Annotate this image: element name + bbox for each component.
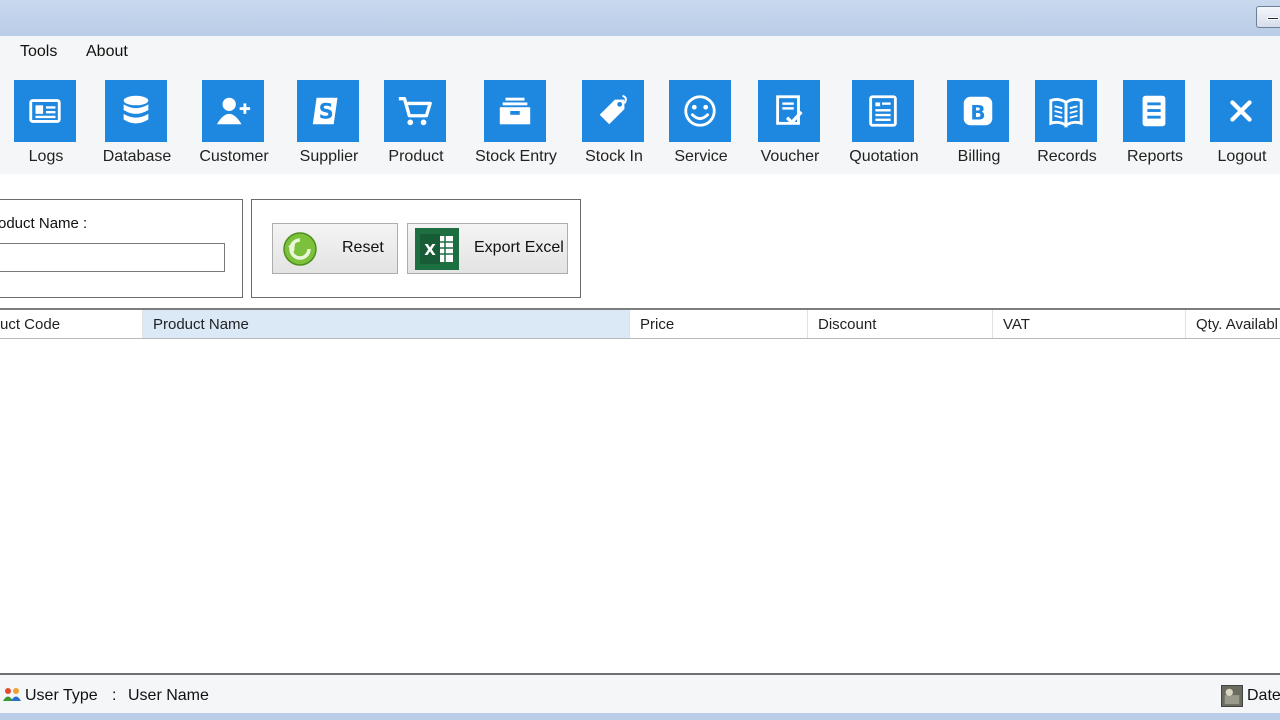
archive-box-icon [484,80,546,142]
toolbar-label: Records [1037,148,1097,165]
toolbar-label: Service [674,148,728,165]
column-vat[interactable]: VAT [993,310,1186,338]
menu-about[interactable]: About [86,43,128,61]
column-discount[interactable]: Discount [808,310,993,338]
add-user-icon [202,80,264,142]
reset-button[interactable]: Reset [272,223,398,274]
status-bar: User Type : User Name Date [0,675,1280,713]
close-x-icon [1210,80,1272,142]
toolbar-label: Billing [957,148,1001,165]
column-price[interactable]: Price [630,310,808,338]
toolbar-database-button[interactable]: Database [102,68,172,172]
toolbar-voucher-button[interactable]: Voucher [758,68,822,172]
column-qty-available[interactable]: Qty. Availabl [1186,310,1280,338]
svg-text:B: B [970,101,985,125]
toolbar-stock-in-button[interactable]: Stock In [582,68,646,172]
toolbar-product-button[interactable]: Product [384,68,448,172]
calendar-photo-icon [1221,685,1243,707]
open-book-icon [1035,80,1097,142]
filter-groupbox: roduct Name : [0,199,243,298]
svg-text:X: X [424,241,436,259]
toolbar-records-button[interactable]: Records [1035,68,1099,172]
user-name-label: User Name [128,687,209,704]
toolbar-quotation-button[interactable]: Quotation [849,68,919,172]
toolbar-label: Stock In [585,148,643,165]
voucher-check-icon [758,80,820,142]
status-separator: : [112,687,117,704]
smiley-icon [669,80,731,142]
menu-bar: Tools About [0,36,1280,68]
toolbar-label: Reports [1126,148,1184,165]
toolbar-billing-button[interactable]: B Billing [947,68,1011,172]
product-name-label: roduct Name : [0,215,88,232]
user-type-label: User Type [25,687,98,704]
main-toolbar: Logs Database Customer S Supplier Produc… [0,68,1280,174]
grid-header: uct Code Product Name Price Discount VAT… [0,310,1280,339]
date-label: Date [1247,687,1280,704]
menu-tools[interactable]: Tools [20,43,57,61]
toolbar-logout-button[interactable]: Logout [1210,68,1274,172]
toolbar-supplier-button[interactable]: S Supplier [297,68,361,172]
column-product-name[interactable]: Product Name [143,310,630,338]
toolbar-label: Database [102,148,172,165]
id-card-icon [14,80,76,142]
billing-b-icon: B [947,80,1009,142]
export-excel-button[interactable]: X Export Excel [407,223,568,274]
column-product-code[interactable]: uct Code [0,310,143,338]
database-icon [105,80,167,142]
toolbar-stock-entry-button[interactable]: Stock Entry [475,68,557,172]
actions-groupbox: Reset X Export Excel [251,199,581,298]
product-name-input[interactable] [0,243,225,272]
window-title-bar [0,0,1280,36]
toolbar-label: Logs [28,148,64,165]
price-tag-icon [582,80,644,142]
minimize-icon [1267,17,1279,20]
toolbar-label: Voucher [760,148,820,165]
toolbar-label: Logout [1217,148,1267,165]
toolbar-label: Product [388,148,444,165]
refresh-icon [282,231,318,267]
shopping-cart-icon [384,80,446,142]
toolbar-customer-button[interactable]: Customer [199,68,269,172]
toolbar-reports-button[interactable]: Reports [1123,68,1187,172]
svg-text:S: S [319,100,334,124]
reset-label: Reset [342,239,384,256]
toolbar-label: Supplier [299,148,359,165]
users-icon [2,685,22,705]
supplier-s-icon: S [297,80,359,142]
document-list-icon [852,80,914,142]
export-excel-label: Export Excel [474,239,564,256]
report-icon [1123,80,1185,142]
toolbar-logs-button[interactable]: Logs [14,68,78,172]
toolbar-label: Quotation [849,148,919,165]
minimize-window-button[interactable] [1256,6,1280,28]
toolbar-label: Stock Entry [475,148,557,165]
toolbar-label: Customer [199,148,269,165]
excel-icon: X [415,228,459,270]
toolbar-service-button[interactable]: Service [669,68,733,172]
grid-body[interactable] [0,340,1280,673]
window-bottom-edge [0,713,1280,720]
